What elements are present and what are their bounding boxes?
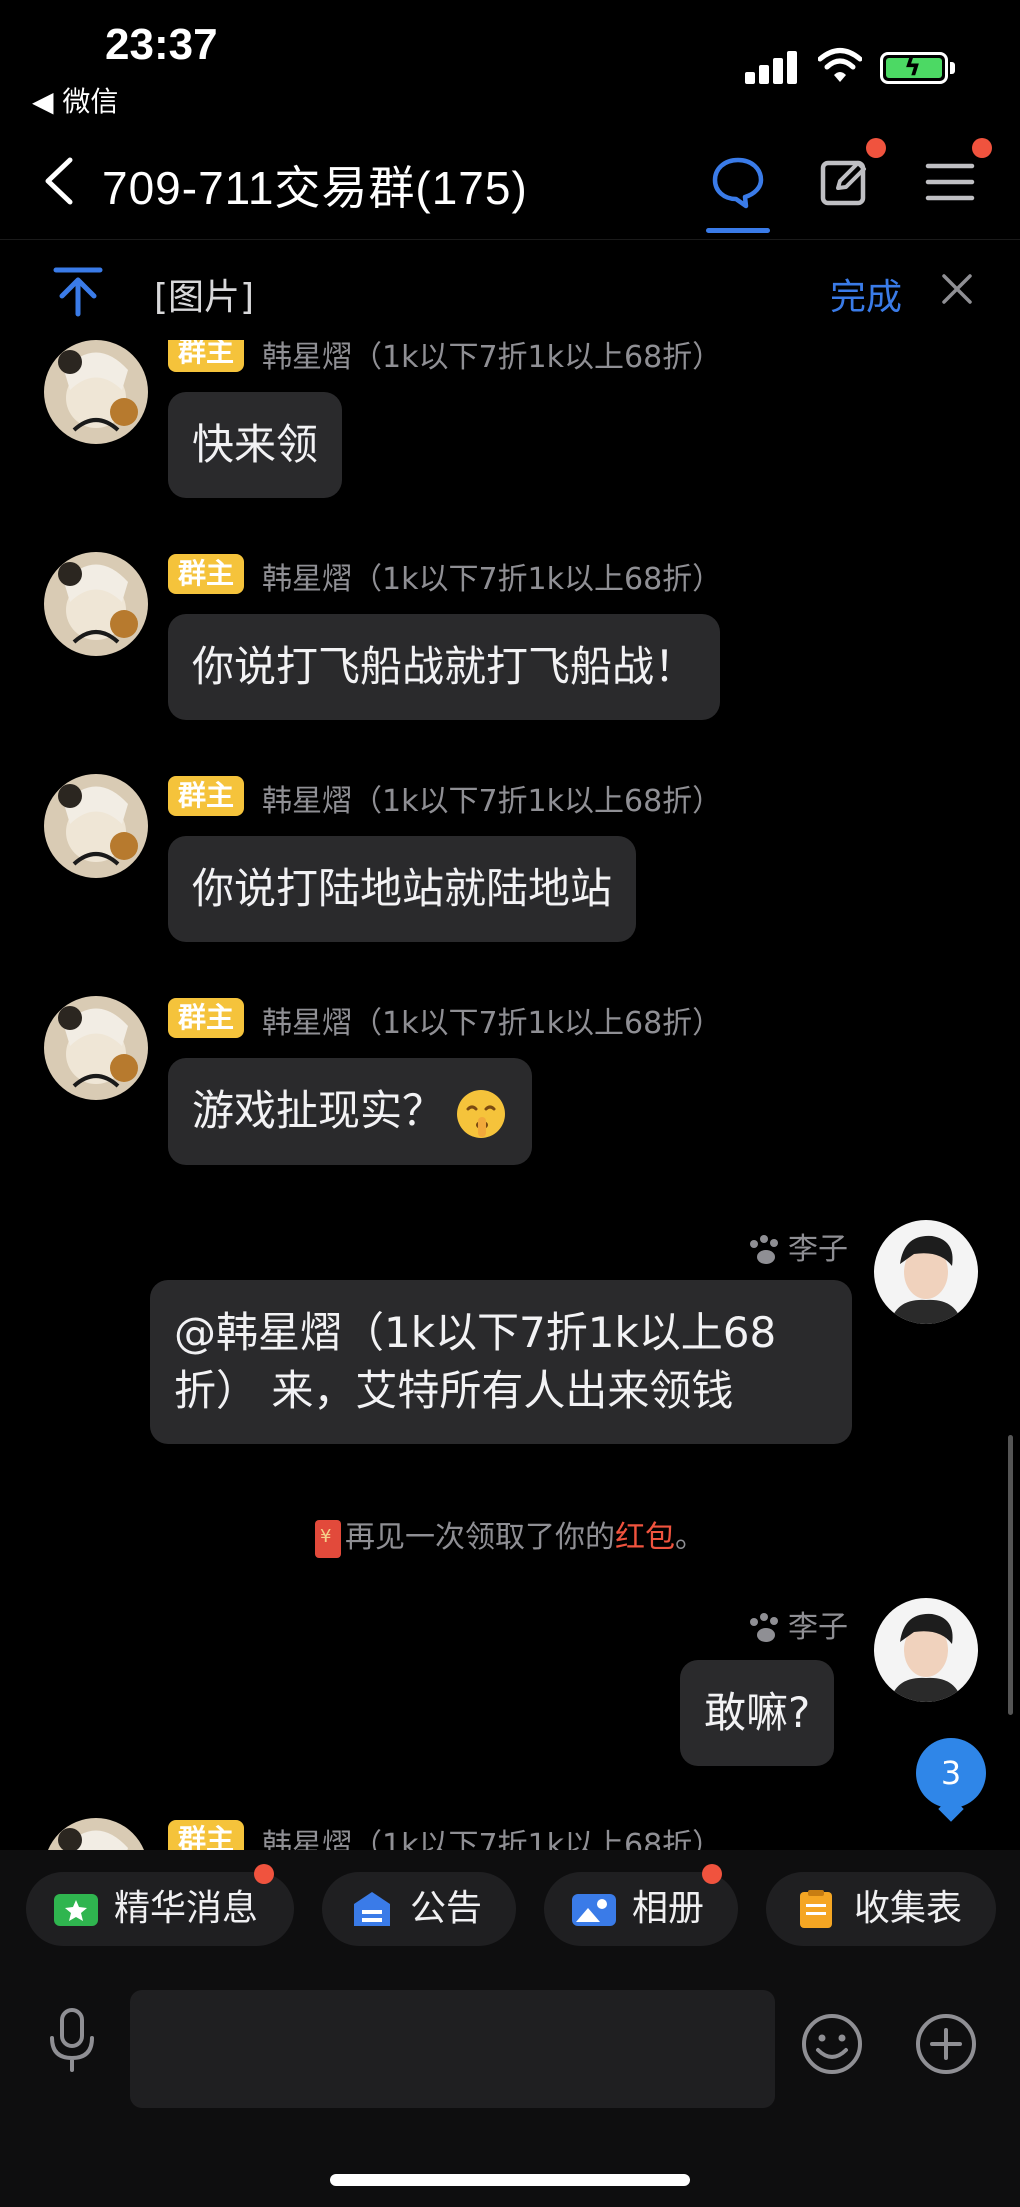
essence-icon xyxy=(54,1894,98,1926)
system-text-prefix: 再见一次领取了你的 xyxy=(345,1520,615,1555)
message-text-line: @韩星熠（1k以下7折1k以上68 xyxy=(174,1308,777,1357)
group-title: 709-711交易群(175) xyxy=(102,162,528,214)
avatar[interactable] xyxy=(44,552,148,656)
sender-label: 李子 xyxy=(788,1232,848,1267)
message-text: 游戏扯现实？ xyxy=(192,1086,445,1135)
system-text-suffix: 。 xyxy=(675,1520,705,1555)
system-notice: 再见一次领取了你的红包。 xyxy=(0,1512,1020,1558)
owner-badge: 群主 xyxy=(168,998,245,1038)
message-bubble[interactable]: 敢嘛? xyxy=(680,1660,835,1766)
message-bubble[interactable]: 游戏扯现实？ xyxy=(168,1058,533,1165)
collection-form-chip[interactable]: 收集表 xyxy=(766,1872,996,1946)
message-bubble[interactable]: 你说打陆地站就陆地站 xyxy=(168,836,637,942)
message-bubble[interactable]: 快来领 xyxy=(168,392,343,498)
battery-icon: ϟ xyxy=(880,52,948,84)
sender-name: 韩星熠（1k以下7折1k以上68折） xyxy=(262,1006,723,1041)
owner-badge: 群主 xyxy=(168,554,245,594)
paw-icon xyxy=(750,1612,778,1642)
nav-bar: 709-711交易群(175) xyxy=(0,120,1020,240)
emoji-icon[interactable] xyxy=(800,2012,864,2076)
sender-name: 韩星熠（1k以下7折1k以上68折） xyxy=(262,562,723,597)
message-bubble[interactable]: 你说打飞船战就打飞船战！ xyxy=(168,614,721,720)
close-icon[interactable] xyxy=(938,270,976,308)
avatar[interactable] xyxy=(44,340,148,444)
input-bar xyxy=(0,1970,1020,2207)
chat-bubble-icon[interactable] xyxy=(710,154,766,210)
plus-icon[interactable] xyxy=(914,2012,978,2076)
active-tab-underline xyxy=(706,228,770,233)
message-bubble[interactable]: @韩星熠（1k以下7折1k以上68 折） 来，艾特所有人出来领钱 xyxy=(150,1280,852,1444)
unread-count-badge[interactable]: 3 xyxy=(916,1738,986,1808)
sender-label: 李子 xyxy=(788,1610,848,1645)
status-bar: 23:37 ◀ 微信 ϟ xyxy=(0,0,1020,120)
paw-icon xyxy=(750,1234,778,1264)
chip-label: 收集表 xyxy=(854,1888,963,1929)
sender-name: 韩星熠（1k以下7折1k以上68折） xyxy=(262,1828,723,1850)
avatar[interactable] xyxy=(44,996,148,1100)
pinned-message-bar[interactable]: [图片] 完成 xyxy=(0,240,1020,340)
red-packet-icon xyxy=(315,1519,341,1558)
back-to-app-link[interactable]: ◀ 微信 xyxy=(32,80,118,120)
edit-notification-dot xyxy=(866,138,886,158)
album-chip[interactable]: 相册 xyxy=(544,1864,738,1946)
owner-badge: 群主 xyxy=(168,340,245,372)
scrollbar[interactable] xyxy=(1008,1435,1013,1715)
chip-label: 相册 xyxy=(632,1888,705,1929)
chip-notification-dot xyxy=(254,1864,274,1884)
microphone-icon[interactable] xyxy=(46,2008,98,2074)
clock: 23:37 xyxy=(105,20,218,69)
chip-notification-dot xyxy=(702,1864,722,1884)
pin-to-top-icon xyxy=(53,267,103,317)
red-packet-link[interactable]: 红包 xyxy=(615,1520,675,1555)
menu-icon[interactable] xyxy=(922,154,978,210)
sender-name: 韩星熠（1k以下7折1k以上68折） xyxy=(262,340,723,375)
announcement-chip[interactable]: 公告 xyxy=(322,1872,516,1946)
sender-name-self: 李子 xyxy=(746,1224,848,1268)
quick-actions-bar: 精华消息 公告 相册 收集表 xyxy=(0,1850,1020,1970)
sender-name-self: 李子 xyxy=(746,1602,848,1646)
cellular-signal-icon xyxy=(745,50,799,84)
avatar[interactable] xyxy=(874,1220,978,1324)
owner-badge: 群主 xyxy=(168,776,245,816)
chip-label: 公告 xyxy=(410,1888,483,1929)
back-chevron-icon[interactable] xyxy=(40,156,80,206)
wifi-icon xyxy=(818,48,862,82)
owner-badge: 群主 xyxy=(168,1820,245,1850)
chip-label: 精华消息 xyxy=(114,1888,259,1929)
essence-messages-chip[interactable]: 精华消息 xyxy=(26,1864,294,1946)
avatar[interactable] xyxy=(44,774,148,878)
sender-name: 韩星熠（1k以下7折1k以上68折） xyxy=(262,784,723,819)
album-icon xyxy=(572,1894,616,1926)
avatar[interactable] xyxy=(874,1598,978,1702)
message-input[interactable] xyxy=(130,1990,775,2108)
done-button[interactable]: 完成 xyxy=(830,268,902,320)
battery-cap xyxy=(950,62,955,74)
menu-notification-dot xyxy=(972,138,992,158)
message-text-line: 折） 来，艾特所有人出来领钱 xyxy=(174,1366,734,1415)
form-icon xyxy=(800,1890,832,1928)
message-list[interactable]: 群主 韩星熠（1k以下7折1k以上68折） 快来领 群主 韩星熠（1k以下7折1… xyxy=(0,340,1020,1850)
shushing-face-emoji-icon xyxy=(457,1089,506,1138)
pinned-content: [图片] xyxy=(154,277,255,318)
avatar[interactable] xyxy=(44,1818,148,1850)
edit-icon[interactable] xyxy=(818,154,874,210)
announcement-icon xyxy=(354,1892,390,1926)
home-indicator[interactable] xyxy=(330,2174,690,2186)
